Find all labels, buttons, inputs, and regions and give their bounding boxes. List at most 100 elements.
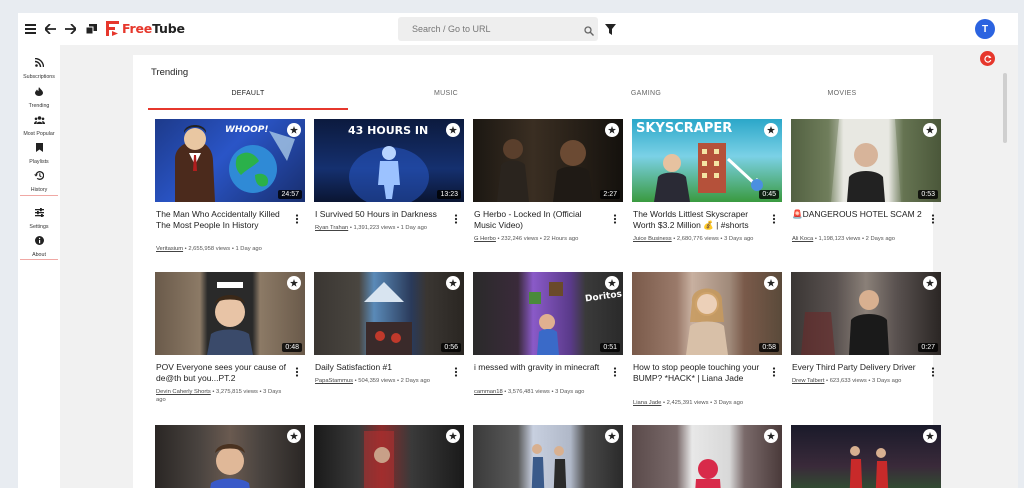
more-options-icon[interactable] — [612, 364, 618, 377]
video-meta: Liana Jade • 2,425,391 views • 3 Days ag… — [633, 400, 768, 408]
channel-link[interactable]: Juice Business — [633, 236, 672, 242]
channel-link[interactable]: Ali Koca — [792, 236, 813, 242]
video-thumbnail[interactable] — [155, 425, 305, 488]
sidebar-item-label: About — [32, 252, 46, 258]
tab-music[interactable]: MUSIC — [346, 88, 546, 108]
sidebar-item-history[interactable]: History — [18, 167, 60, 193]
sidebar-item-label: Settings — [29, 224, 49, 230]
refresh-button[interactable] — [980, 51, 995, 66]
video-title[interactable]: Every Third Party Delivery Driver — [792, 362, 924, 373]
video-thumbnail[interactable]: 43 HOURS IN 13:23 — [314, 119, 464, 202]
video-meta: Ali Koca • 1,198,123 views • 2 Days ago — [792, 236, 927, 244]
video-card: 0:56 Daily Satisfaction #1 PapaStammus •… — [314, 272, 464, 412]
video-thumbnail[interactable]: 0:58 — [632, 272, 782, 355]
star-icon[interactable] — [287, 429, 301, 443]
sidebar-item-settings[interactable]: Settings — [18, 204, 60, 230]
view-info: • 232,246 views • 22 Hours ago — [495, 236, 579, 242]
video-title[interactable]: 🚨DANGEROUS HOTEL SCAM 2 — [792, 209, 924, 220]
forward-arrow-icon[interactable] — [60, 19, 80, 39]
more-options-icon[interactable] — [930, 364, 936, 377]
video-thumbnail[interactable] — [314, 425, 464, 488]
channel-link[interactable]: Veritasium — [156, 246, 183, 252]
video-card: 0:48 POV Everyone sees your cause of de@… — [155, 272, 305, 412]
video-thumbnail[interactable]: 0:48 — [155, 272, 305, 355]
more-options-icon[interactable] — [453, 211, 459, 224]
video-thumbnail[interactable]: WHOOP! 24:57 — [155, 119, 305, 202]
star-icon[interactable] — [605, 123, 619, 137]
scrollbar[interactable] — [1000, 45, 1018, 488]
video-duration: 0:58 — [759, 343, 779, 352]
channel-link[interactable]: G Herbo — [474, 236, 496, 242]
freetube-logo[interactable]: FreeTube — [106, 21, 185, 36]
view-info: • 623,633 views • 3 Days ago — [824, 378, 902, 384]
more-options-icon[interactable] — [453, 364, 459, 377]
view-info: • 1,198,123 views • 2 Days ago — [813, 236, 895, 242]
video-thumbnail[interactable]: 0:27 — [791, 272, 941, 355]
more-options-icon[interactable] — [294, 211, 300, 224]
video-thumbnail[interactable] — [473, 425, 623, 488]
video-title[interactable]: POV Everyone sees your cause of de@th bu… — [156, 362, 288, 384]
tab-movies[interactable]: MOVIES — [742, 88, 942, 108]
sliders-icon — [34, 204, 44, 222]
tab-gaming[interactable]: GAMING — [546, 88, 746, 108]
filter-icon[interactable] — [605, 22, 616, 40]
search-input[interactable] — [398, 24, 568, 34]
star-icon[interactable] — [923, 429, 937, 443]
video-thumbnail[interactable]: SKYSCRAPER 0:45 — [632, 119, 782, 202]
video-title[interactable]: The Worlds Littlest Skyscraper Worth $3.… — [633, 209, 765, 231]
sidebar-item-playlists[interactable]: Playlists — [18, 139, 60, 165]
more-options-icon[interactable] — [930, 211, 936, 224]
video-thumbnail[interactable]: 0:56 — [314, 272, 464, 355]
search-icon[interactable] — [584, 23, 594, 41]
video-thumbnail[interactable]: Doritos 0:51 — [473, 272, 623, 355]
video-meta: Drew Talbert • 623,633 views • 3 Days ag… — [792, 378, 927, 386]
back-arrow-icon[interactable] — [40, 19, 60, 39]
channel-link[interactable]: camman18 — [474, 389, 503, 395]
sidebar-item-most-popular[interactable]: Most Popular — [18, 111, 60, 137]
more-options-icon[interactable] — [771, 364, 777, 377]
video-title[interactable]: I Survived 50 Hours in Darkness — [315, 209, 447, 220]
menu-icon[interactable] — [20, 19, 40, 39]
star-icon[interactable] — [446, 429, 460, 443]
star-icon[interactable] — [923, 276, 937, 290]
profile-avatar[interactable]: T — [975, 19, 995, 39]
video-thumbnail[interactable] — [632, 425, 782, 488]
channel-link[interactable]: Liana Jade — [633, 400, 661, 406]
new-window-icon[interactable] — [81, 19, 101, 39]
more-options-icon[interactable] — [612, 211, 618, 224]
video-title[interactable]: G Herbo - Locked In (Official Music Vide… — [474, 209, 606, 231]
sidebar-item-subscriptions[interactable]: Subscriptions — [18, 54, 60, 80]
trending-panel: Trending DEFAULT MUSIC GAMING MOVIES WHO… — [133, 55, 941, 488]
video-thumbnail[interactable]: 2:27 — [473, 119, 623, 202]
channel-link[interactable]: PapaStammus — [315, 378, 353, 384]
video-title[interactable]: How to stop people touching your BUMP? *… — [633, 362, 765, 384]
star-icon[interactable] — [287, 276, 301, 290]
video-title[interactable]: i messed with gravity in minecraft — [474, 362, 606, 373]
star-icon[interactable] — [287, 123, 301, 137]
star-icon[interactable] — [923, 123, 937, 137]
video-card: 2:27 G Herbo - Locked In (Official Music… — [473, 119, 623, 259]
star-icon[interactable] — [605, 429, 619, 443]
video-title[interactable]: The Man Who Accidentally Killed The Most… — [156, 209, 288, 231]
scrollbar-thumb[interactable] — [1003, 73, 1007, 143]
star-icon[interactable] — [605, 276, 619, 290]
tab-default[interactable]: DEFAULT — [148, 88, 348, 108]
star-icon[interactable] — [446, 276, 460, 290]
sidebar-item-about[interactable]: About — [18, 232, 60, 258]
thumbnail-art — [531, 444, 567, 488]
more-options-icon[interactable] — [771, 211, 777, 224]
freetube-logo-icon — [106, 21, 119, 36]
video-duration: 2:27 — [600, 190, 620, 199]
more-options-icon[interactable] — [294, 364, 300, 377]
channel-link[interactable]: Devin Caherly Shorts — [156, 389, 211, 395]
star-icon[interactable] — [446, 123, 460, 137]
channel-link[interactable]: Drew Talbert — [792, 378, 824, 384]
star-icon[interactable] — [764, 429, 778, 443]
channel-link[interactable]: Ryan Trahan — [315, 225, 348, 231]
video-thumbnail[interactable]: 0:53 — [791, 119, 941, 202]
sidebar-item-trending[interactable]: Trending — [18, 83, 60, 109]
star-icon[interactable] — [764, 123, 778, 137]
video-title[interactable]: Daily Satisfaction #1 — [315, 362, 447, 373]
video-thumbnail[interactable] — [791, 425, 941, 488]
star-icon[interactable] — [764, 276, 778, 290]
